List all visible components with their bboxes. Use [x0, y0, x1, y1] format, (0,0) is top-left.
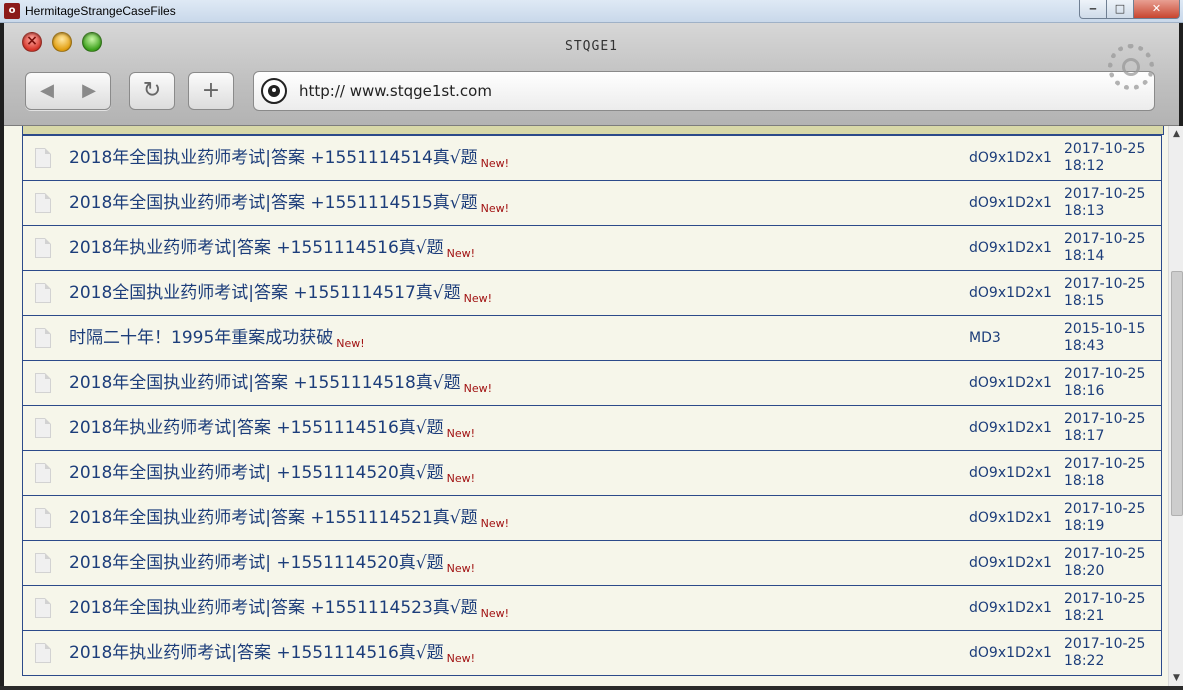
- topic-datetime: 2017-10-25 18:20: [1064, 546, 1146, 579]
- document-icon: [35, 553, 51, 573]
- topic-title-link[interactable]: 2018年全国执业药师考试|答案 +1551114521真√题 New!: [69, 496, 509, 540]
- navigation-buttons: ◀ ▶: [25, 72, 111, 110]
- topic-author[interactable]: dO9x1D2x1: [969, 586, 1052, 630]
- list-item[interactable]: 2018全国执业药师考试|答案 +1551114517真√题 New! dO9x1…: [22, 271, 1162, 316]
- browser-window-title: STQGE1: [565, 39, 618, 54]
- reload-button[interactable]: ↻: [129, 72, 175, 110]
- browser-toolbar: STQGE1 ◀ ▶ ↻ + http:// www.stqge1st.com: [4, 23, 1179, 126]
- list-item[interactable]: 2018年执业药师考试|答案 +1551114516真√题 New! dO9x1D…: [22, 406, 1162, 451]
- topic-title-link[interactable]: 2018年全国执业药师考试|答案 +1551114514真√题 New!: [69, 136, 509, 180]
- topic-title-link[interactable]: 2018年全国执业药师考试|答案 +1551114515真√题 New!: [69, 181, 509, 225]
- app-icon: o: [4, 3, 20, 19]
- new-badge: New!: [446, 427, 476, 440]
- document-icon: [35, 328, 51, 348]
- scroll-up-arrow-icon[interactable]: ▲: [1169, 126, 1183, 142]
- topic-title-link[interactable]: 2018年全国执业药师考试| +1551114520真√题 New!: [69, 451, 475, 495]
- document-icon: [35, 598, 51, 618]
- topic-title-link[interactable]: 2018年执业药师考试|答案 +1551114516真√题 New!: [69, 631, 475, 675]
- topic-datetime: 2017-10-25 18:12: [1064, 141, 1146, 174]
- new-badge: New!: [336, 337, 365, 350]
- topic-title-link[interactable]: 时隔二十年！1995年重案成功获破 New!: [69, 316, 365, 360]
- document-icon: [35, 418, 51, 438]
- topic-author[interactable]: dO9x1D2x1: [969, 631, 1052, 675]
- forward-button[interactable]: ▶: [68, 73, 110, 109]
- document-icon: [35, 373, 51, 393]
- new-badge: New!: [446, 247, 476, 260]
- list-item[interactable]: 2018年全国执业药师考试| +1551114520真√题 New! dO9x1D…: [22, 451, 1162, 496]
- new-badge: New!: [480, 202, 510, 215]
- document-icon: [35, 148, 51, 168]
- scroll-down-arrow-icon[interactable]: ▼: [1169, 670, 1183, 686]
- document-icon: [35, 643, 51, 663]
- topic-author[interactable]: dO9x1D2x1: [969, 361, 1052, 405]
- list-item[interactable]: 2018年全国执业药师考试| +1551114520真√题 New! dO9x1D…: [22, 541, 1162, 586]
- new-badge: New!: [463, 292, 493, 305]
- topic-datetime: 2017-10-25 18:18: [1064, 456, 1146, 489]
- address-bar[interactable]: http:// www.stqge1st.com: [253, 71, 1155, 111]
- new-badge: New!: [446, 472, 476, 485]
- topic-title-link[interactable]: 2018年执业药师考试|答案 +1551114516真√题 New!: [69, 226, 475, 270]
- topic-author[interactable]: dO9x1D2x1: [969, 496, 1052, 540]
- list-item[interactable]: 2018年全国执业药师试|答案 +1551114518真√题 New! dO9x1…: [22, 361, 1162, 406]
- document-icon: [35, 193, 51, 213]
- os-title-bar: o HermitageStrangeCaseFiles ‒ □ ✕: [0, 0, 1183, 23]
- back-button[interactable]: ◀: [26, 73, 68, 109]
- vertical-scrollbar[interactable]: ▲ ▼: [1168, 126, 1183, 686]
- new-tab-button[interactable]: +: [188, 72, 234, 110]
- document-icon: [35, 508, 51, 528]
- topic-datetime: 2017-10-25 18:17: [1064, 411, 1146, 444]
- topic-author[interactable]: dO9x1D2x1: [969, 451, 1052, 495]
- list-item[interactable]: 2018年全国执业药师考试|答案 +1551114515真√题 New! dO9x…: [22, 181, 1162, 226]
- page-content: 2018年全国执业药师考试|答案 +1551114514真√题 New! dO9x…: [4, 126, 1168, 686]
- list-item[interactable]: 2018年全国执业药师考试|答案 +1551114521真√题 New! dO9x…: [22, 496, 1162, 541]
- new-badge: New!: [480, 607, 510, 620]
- scroll-thumb[interactable]: [1171, 271, 1183, 516]
- new-badge: New!: [446, 562, 476, 575]
- topic-title-link[interactable]: 2018年全国执业药师试|答案 +1551114518真√题 New!: [69, 361, 492, 405]
- topic-author[interactable]: dO9x1D2x1: [969, 406, 1052, 450]
- topic-author[interactable]: dO9x1D2x1: [969, 541, 1052, 585]
- site-favicon-icon: [261, 78, 287, 104]
- topic-author[interactable]: dO9x1D2x1: [969, 181, 1052, 225]
- new-badge: New!: [446, 652, 476, 665]
- topic-datetime: 2017-10-25 18:22: [1064, 636, 1146, 669]
- list-item[interactable]: 2018年执业药师考试|答案 +1551114516真√题 New! dO9x1D…: [22, 226, 1162, 271]
- new-badge: New!: [480, 157, 510, 170]
- url-text[interactable]: http:// www.stqge1st.com: [299, 72, 492, 110]
- close-window-button[interactable]: ✕: [1133, 0, 1180, 19]
- document-icon: [35, 283, 51, 303]
- list-item[interactable]: 2018年全国执业药师考试|答案 +1551114514真√题 New! dO9x…: [22, 135, 1162, 181]
- topic-title-link[interactable]: 2018年全国执业药师考试| +1551114520真√题 New!: [69, 541, 475, 585]
- topic-author[interactable]: dO9x1D2x1: [969, 271, 1052, 315]
- document-icon: [35, 238, 51, 258]
- topic-datetime: 2017-10-25 18:15: [1064, 276, 1146, 309]
- topic-datetime: 2017-10-25 18:21: [1064, 591, 1146, 624]
- list-item[interactable]: 时隔二十年！1995年重案成功获破 New! MD3 2015-10-15 18:4…: [22, 316, 1162, 361]
- maximize-button[interactable]: □: [1106, 0, 1134, 19]
- topic-datetime: 2015-10-15 18:43: [1064, 321, 1146, 354]
- topic-title-link[interactable]: 2018年执业药师考试|答案 +1551114516真√题 New!: [69, 406, 475, 450]
- topic-datetime: 2017-10-25 18:13: [1064, 186, 1146, 219]
- topic-title-link[interactable]: 2018年全国执业药师考试|答案 +1551114523真√题 New!: [69, 586, 509, 630]
- window-bottom-edge: [0, 686, 1183, 690]
- os-window-title: HermitageStrangeCaseFiles: [25, 4, 176, 18]
- new-badge: New!: [480, 517, 510, 530]
- topic-author[interactable]: dO9x1D2x1: [969, 226, 1052, 270]
- topic-datetime: 2017-10-25 18:16: [1064, 366, 1146, 399]
- topic-datetime: 2017-10-25 18:14: [1064, 231, 1146, 264]
- topic-list: 2018年全国执业药师考试|答案 +1551114514真√题 New! dO9x…: [22, 135, 1162, 676]
- topic-author[interactable]: MD3: [969, 316, 1001, 360]
- topic-title-link[interactable]: 2018全国执业药师考试|答案 +1551114517真√题 New!: [69, 271, 492, 315]
- minimize-button[interactable]: ‒: [1079, 0, 1107, 19]
- list-item[interactable]: 2018年执业药师考试|答案 +1551114516真√题 New! dO9x1D…: [22, 631, 1162, 676]
- topic-author[interactable]: dO9x1D2x1: [969, 136, 1052, 180]
- document-icon: [35, 463, 51, 483]
- list-item[interactable]: 2018年全国执业药师考试|答案 +1551114523真√题 New! dO9x…: [22, 586, 1162, 631]
- new-badge: New!: [463, 382, 493, 395]
- table-header: [22, 126, 1164, 135]
- topic-datetime: 2017-10-25 18:19: [1064, 501, 1146, 534]
- settings-gear-icon[interactable]: [1108, 44, 1154, 90]
